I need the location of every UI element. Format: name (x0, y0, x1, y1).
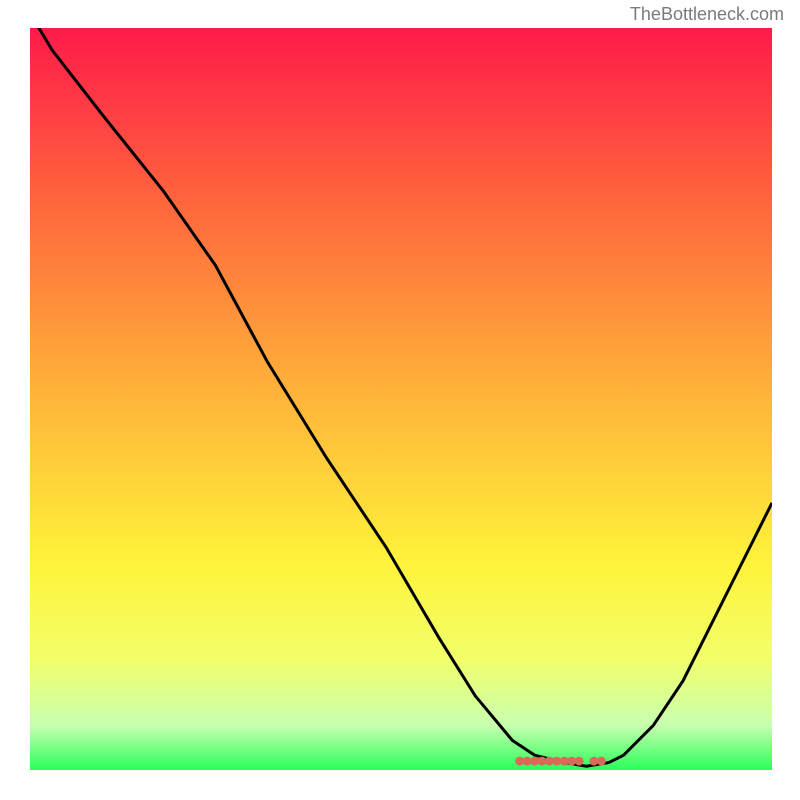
marker-dot (575, 757, 584, 766)
chart-background (30, 28, 772, 770)
attribution-text: TheBottleneck.com (630, 4, 784, 25)
chart-svg (30, 28, 772, 770)
marker-dot (597, 757, 606, 766)
chart-plot-area (30, 28, 772, 770)
